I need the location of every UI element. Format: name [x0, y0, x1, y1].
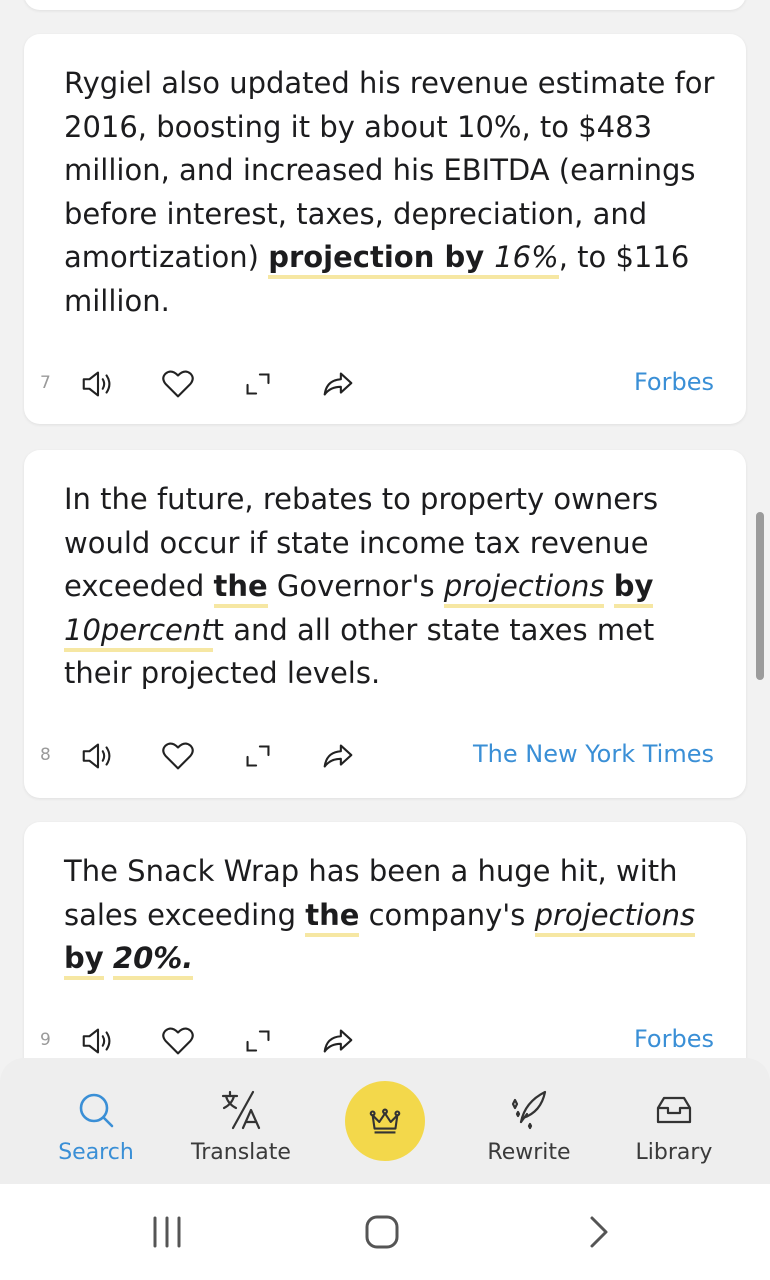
- highlight-word: 10percent: [64, 612, 213, 652]
- heart-icon[interactable]: [156, 734, 200, 778]
- inbox-icon: [656, 1096, 692, 1124]
- speaker-icon[interactable]: [76, 362, 120, 406]
- expand-icon[interactable]: [236, 362, 280, 406]
- card-actions: 9 Forbes: [24, 1019, 746, 1063]
- quill-icon: [511, 1090, 547, 1130]
- share-icon[interactable]: [316, 362, 360, 406]
- card-previous: [24, 0, 746, 10]
- source-link[interactable]: Forbes: [634, 1025, 714, 1053]
- highlight-word: projections: [443, 569, 605, 608]
- share-icon[interactable]: [316, 1019, 360, 1063]
- scrollbar[interactable]: [756, 512, 764, 680]
- tab-translate[interactable]: Translate: [176, 1088, 306, 1165]
- tab-library-label: Library: [635, 1140, 713, 1165]
- example-index: 9: [40, 1030, 51, 1050]
- example-card-8[interactable]: In the future, rebates to property owner…: [24, 450, 746, 798]
- example-index: 8: [40, 745, 51, 765]
- card-actions: 7 Forbes: [24, 362, 746, 406]
- source-link[interactable]: Forbes: [634, 368, 714, 396]
- recent-apps-icon: [153, 1216, 181, 1248]
- search-icon: [79, 1093, 114, 1128]
- crown-icon: [369, 1108, 401, 1134]
- example-index: 7: [40, 373, 51, 393]
- highlight-phrase: projection by 16%: [268, 240, 559, 279]
- expand-icon[interactable]: [236, 734, 280, 778]
- recent-apps-button[interactable]: [137, 1208, 197, 1256]
- highlight-word: the: [305, 897, 360, 937]
- source-link[interactable]: The New York Times: [473, 740, 714, 768]
- tab-translate-label: Translate: [191, 1140, 291, 1165]
- sentence-text: Governor's: [267, 569, 444, 603]
- highlight-word: projections: [534, 897, 696, 937]
- chevron-right-icon: [590, 1216, 608, 1248]
- highlight-word: by: [64, 941, 104, 980]
- highlight-part: projection by: [268, 240, 485, 274]
- example-sentence: Rygiel also updated his revenue estimate…: [64, 62, 724, 323]
- back-button[interactable]: [568, 1208, 628, 1256]
- highlight-part: 16%: [494, 240, 559, 274]
- share-icon[interactable]: [316, 734, 360, 778]
- home-button[interactable]: [352, 1208, 412, 1256]
- card-actions: 8 The New York Times: [24, 734, 746, 778]
- sentence-text: [104, 941, 113, 975]
- premium-button[interactable]: [345, 1081, 425, 1161]
- example-sentence: The Snack Wrap has been a huge hit, with…: [64, 850, 724, 981]
- speaker-icon[interactable]: [76, 1019, 120, 1063]
- home-icon: [365, 1215, 399, 1249]
- sentence-text: [604, 569, 613, 603]
- example-sentence: In the future, rebates to property owner…: [64, 478, 724, 696]
- bottom-tab-bar: Search Translate Rewrite Library: [0, 1058, 770, 1184]
- system-nav-bar: [0, 1184, 770, 1280]
- speaker-icon[interactable]: [76, 734, 120, 778]
- translate-icon: [221, 1090, 261, 1130]
- highlight-word: the: [213, 569, 268, 608]
- tab-rewrite-label: Rewrite: [487, 1140, 571, 1165]
- tab-rewrite[interactable]: Rewrite: [464, 1088, 594, 1165]
- tab-search-label: Search: [58, 1140, 134, 1165]
- highlight-word: 20%.: [112, 941, 194, 980]
- heart-icon[interactable]: [156, 1019, 200, 1063]
- sentence-text: company's: [359, 897, 535, 932]
- heart-icon[interactable]: [156, 362, 200, 406]
- example-card-7[interactable]: Rygiel also updated his revenue estimate…: [24, 34, 746, 424]
- highlight-word: by: [613, 569, 654, 608]
- results-list[interactable]: Rygiel also updated his revenue estimate…: [0, 0, 770, 1184]
- tab-search[interactable]: Search: [31, 1088, 161, 1165]
- expand-icon[interactable]: [236, 1019, 280, 1063]
- tab-library[interactable]: Library: [609, 1088, 739, 1165]
